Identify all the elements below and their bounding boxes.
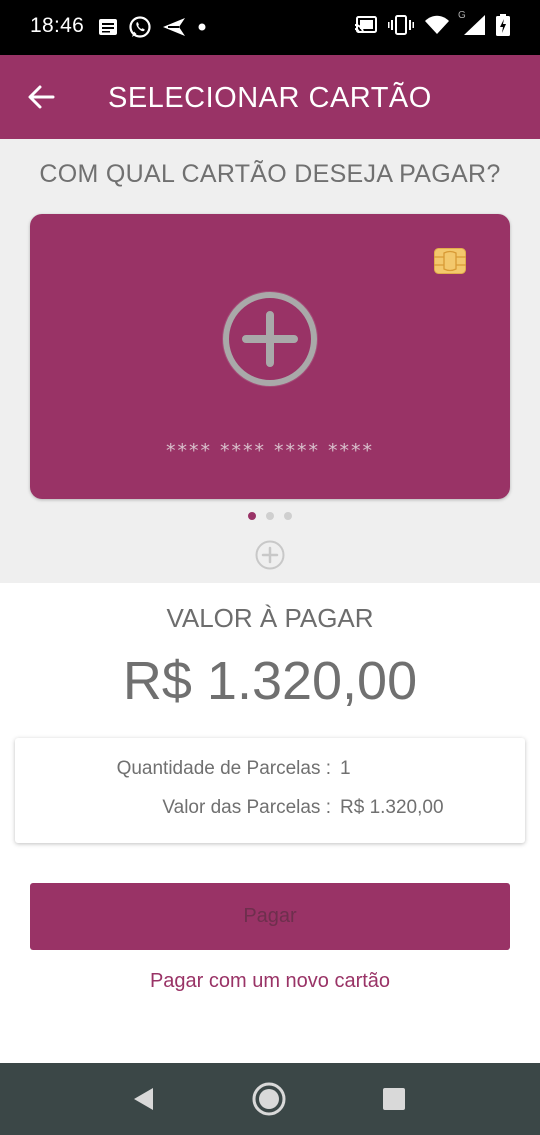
pager-dot[interactable] [266, 512, 274, 520]
wifi-icon [425, 15, 449, 34]
card-pager [0, 512, 540, 520]
pay-with-new-card-link[interactable]: Pagar com um novo cartão [0, 970, 540, 993]
add-card-icon[interactable] [220, 289, 320, 389]
chip-icon [434, 248, 466, 274]
nav-back-button[interactable] [123, 1079, 163, 1119]
status-bar: 18:46 G [0, 0, 540, 55]
system-nav-bar [0, 1063, 540, 1135]
news-icon [99, 19, 117, 35]
nav-recents-button[interactable] [374, 1079, 414, 1119]
installments-box: Quantidade de Parcelas : 1 Valor das Par… [15, 738, 525, 843]
dot-icon [198, 23, 206, 31]
back-button[interactable] [18, 75, 64, 119]
page-title: SELECIONAR CARTÃO [108, 82, 432, 114]
installment-amount-value: R$ 1.320,00 [340, 797, 444, 818]
card-number: **** **** **** **** [165, 440, 375, 462]
app-bar: SELECIONAR CARTÃO [0, 55, 540, 139]
installments-value: 1 [340, 758, 351, 779]
card-question: COM QUAL CARTÃO DESEJA PAGAR? [39, 160, 501, 188]
cast-icon [354, 16, 377, 34]
battery-icon [496, 14, 510, 36]
status-time: 18:46 [30, 14, 85, 37]
add-card-small-icon[interactable] [254, 539, 286, 571]
network-label: G [458, 10, 466, 21]
whatsapp-icon [129, 16, 151, 38]
nav-home-button[interactable] [249, 1079, 289, 1119]
triangle-back-icon [134, 1088, 153, 1110]
card-selection-area: COM QUAL CARTÃO DESEJA PAGAR? **** **** … [0, 139, 540, 583]
pay-button[interactable]: Pagar [30, 883, 510, 950]
installments-label: Quantidade de Parcelas : [116, 758, 331, 779]
pager-dot-active[interactable] [248, 512, 256, 520]
circle-home-icon [252, 1082, 286, 1116]
installment-amount-label: Valor das Parcelas : [162, 797, 331, 818]
amount-value: R$ 1.320,00 [122, 651, 418, 711]
vibrate-icon [388, 15, 414, 35]
credit-card[interactable]: **** **** **** **** [30, 214, 510, 499]
signal-icon: G [458, 10, 486, 36]
pager-dot[interactable] [284, 512, 292, 520]
send-icon [163, 18, 185, 36]
square-recents-icon [383, 1088, 405, 1110]
arrow-left-icon [28, 85, 55, 109]
amount-label: VALOR À PAGAR [166, 603, 374, 633]
